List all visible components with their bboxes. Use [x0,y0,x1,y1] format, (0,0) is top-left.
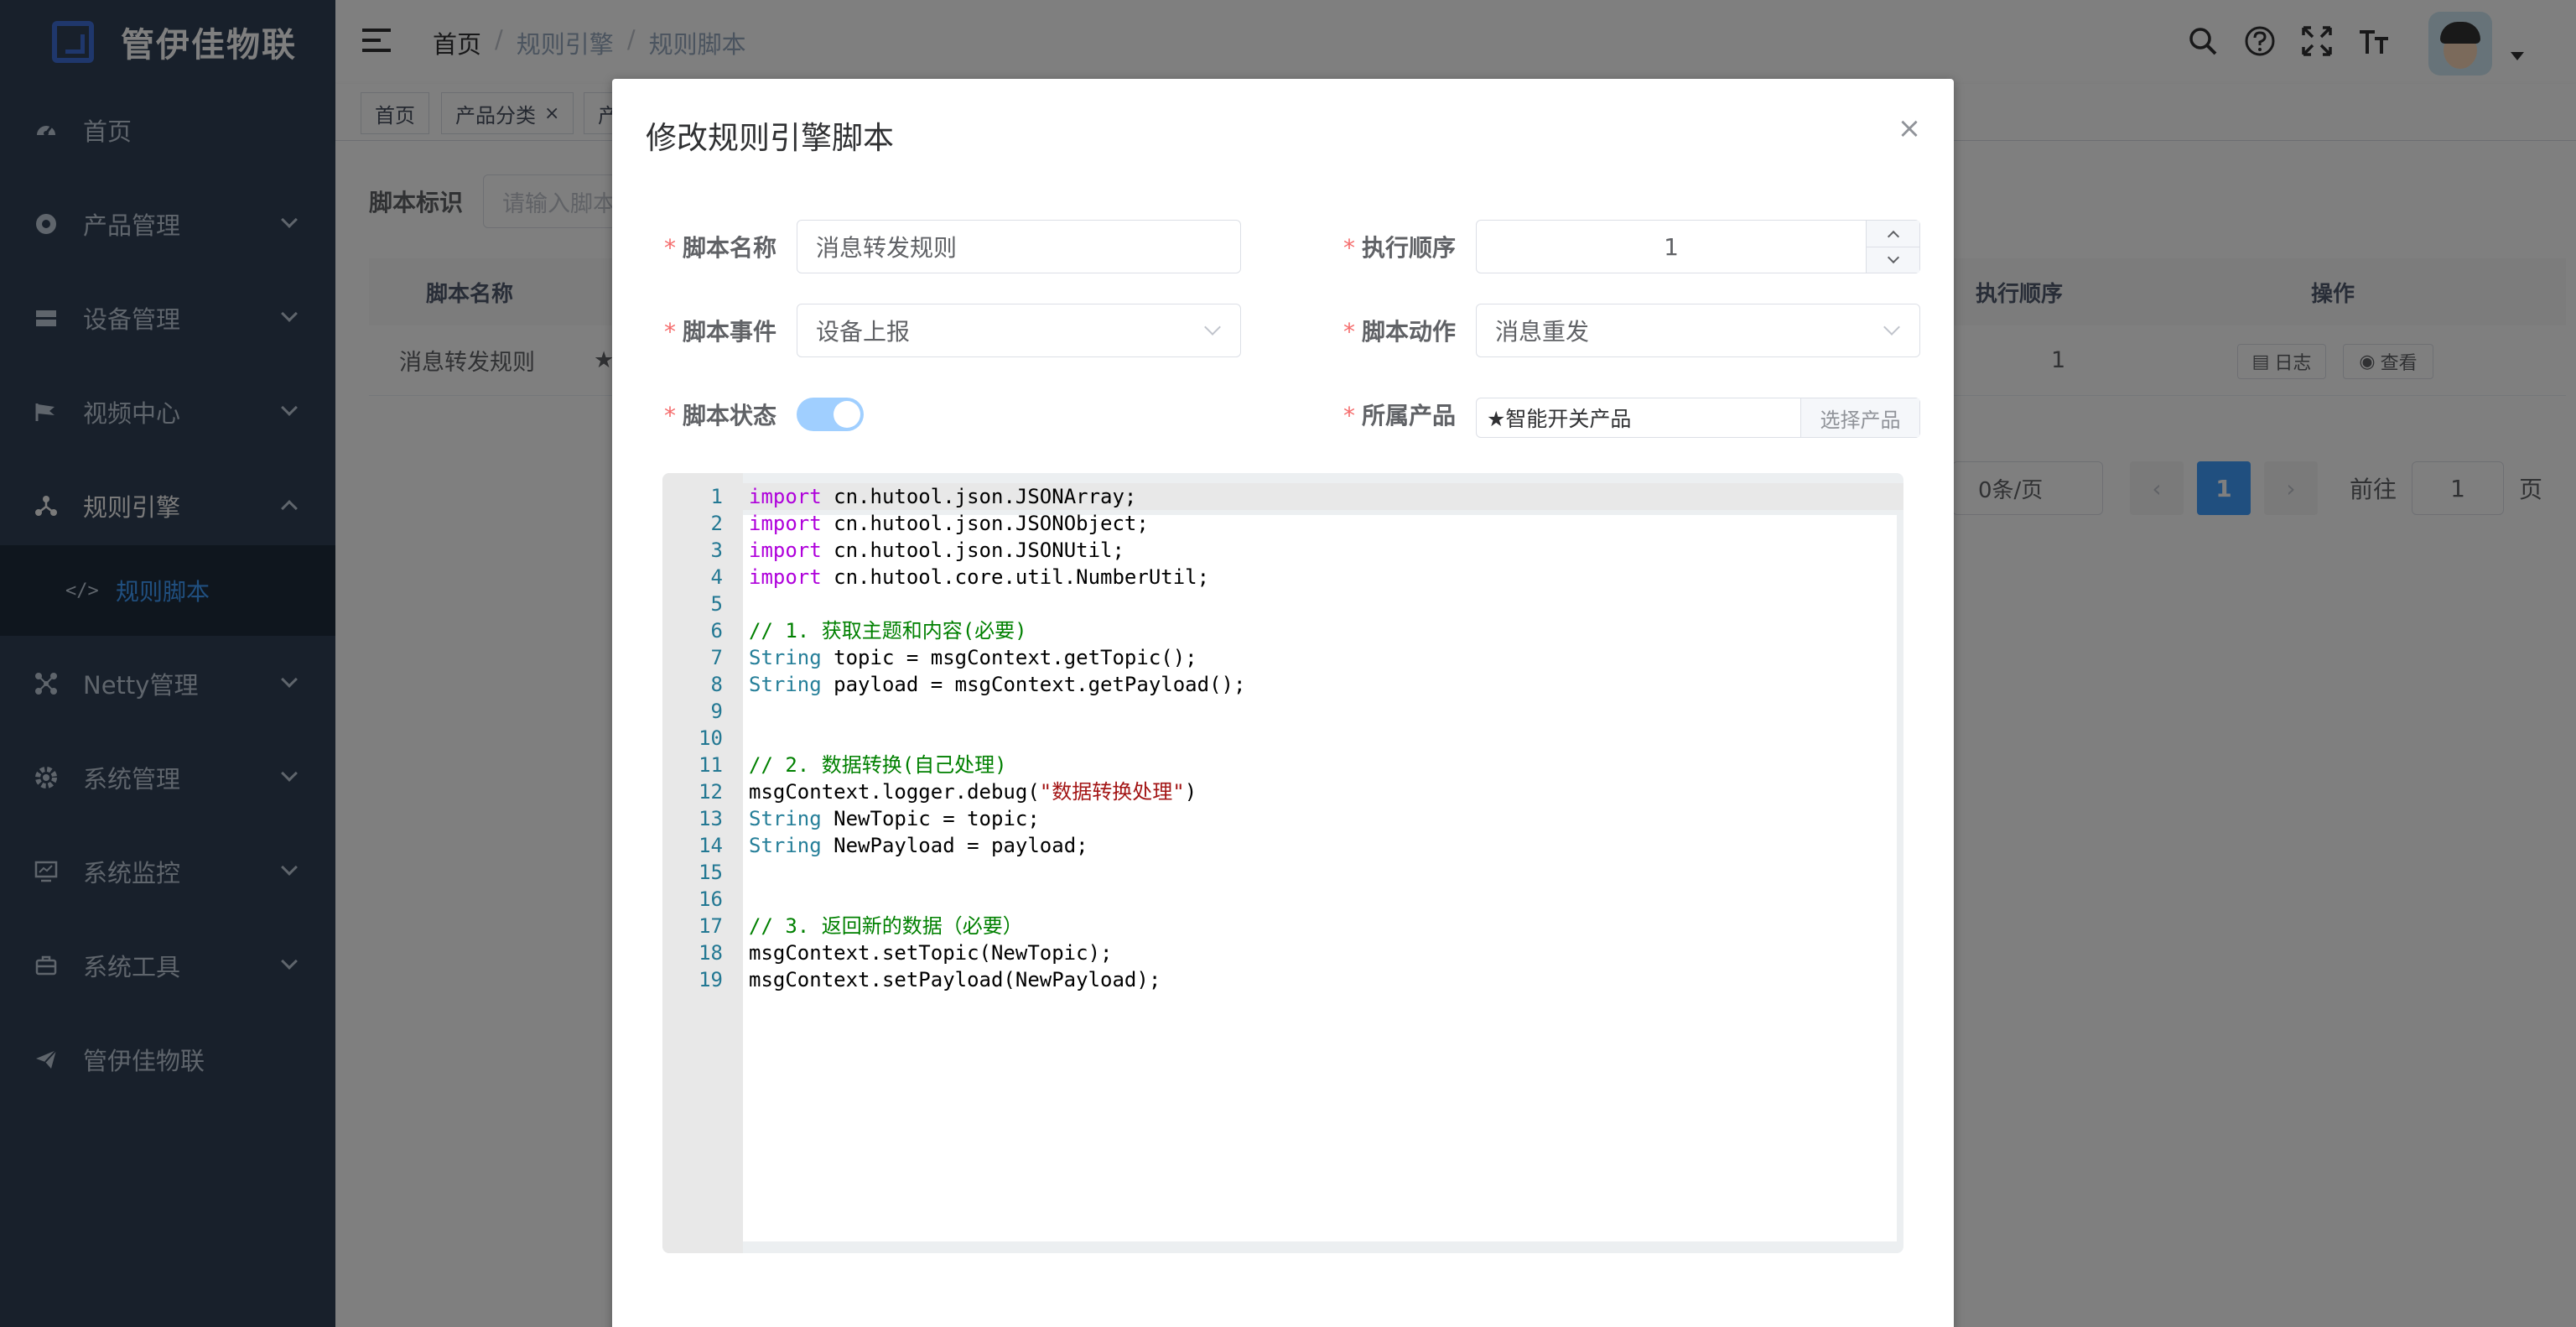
code-line: String topic = msgContext.getTopic(); [749,646,1197,669]
script-name-input[interactable]: 消息转发规则 [797,220,1241,273]
code-line: import cn.hutool.json.JSONObject; [749,512,1149,535]
select-value: 消息重发 [1495,318,1590,346]
line-number: 2 [710,512,723,535]
required-mark: * [1343,318,1355,346]
label-text: 脚本动作 [1362,318,1457,346]
line-number: 5 [710,592,723,616]
line-number: 8 [710,673,723,696]
line-number: 17 [699,914,723,938]
select-value: 设备上报 [816,318,911,346]
select-product-label: 选择产品 [1820,408,1901,432]
product-input[interactable]: ★智能开关产品 选择产品 [1476,398,1920,438]
code-line: String payload = msgContext.getPayload()… [749,673,1246,696]
input-value: 1 [1664,232,1679,261]
number-stepper [1866,221,1919,273]
script-name-label: * 脚本名称 [664,230,776,263]
code-line: import cn.hutool.core.util.NumberUtil; [749,565,1210,589]
code-line: String NewPayload = payload; [749,834,1088,857]
required-mark: * [1343,234,1355,262]
label-text: 脚本状态 [683,402,777,429]
required-mark: * [1343,402,1355,429]
code-line: import cn.hutool.json.JSONArray; [749,485,1137,508]
code-line: import cn.hutool.json.JSONUtil; [749,539,1124,562]
line-number: 7 [710,646,723,669]
input-value: 消息转发规则 [816,234,958,262]
script-status-label: * 脚本状态 [664,398,776,431]
line-number: 4 [710,565,723,589]
code-line: // 2. 数据转换(自己处理) [749,753,1007,777]
code-line: // 1. 获取主题和内容(必要) [749,619,1027,643]
chevron-down-icon [1204,319,1221,336]
script-action-label: * 脚本动作 [1343,314,1456,347]
line-number: 15 [699,861,723,884]
edit-script-dialog: 修改规则引擎脚本 × * 脚本名称 消息转发规则 * 执行顺序 1 * 脚本事件 设备… [612,79,1954,1327]
code-editor[interactable]: 1 import cn.hutool.json.JSONArray; 2 import… [662,473,1903,1253]
code-line: msgContext.logger.debug("数据转换处理") [749,780,1197,804]
label-text: 所属产品 [1362,402,1457,429]
line-number: 13 [699,807,723,830]
script-event-label: * 脚本事件 [664,314,776,347]
close-icon[interactable]: × [1897,114,1922,143]
script-action-select[interactable]: 消息重发 [1476,304,1920,357]
code-line: // 3. 返回新的数据（必要） [749,914,1023,938]
order-label: * 执行顺序 [1343,230,1456,263]
line-number: 14 [699,834,723,857]
script-event-select[interactable]: 设备上报 [797,304,1241,357]
label-text: 脚本名称 [683,234,777,262]
increase-button[interactable] [1867,221,1919,247]
switch-knob [834,401,860,428]
line-number: 6 [710,619,723,643]
input-value: ★智能开关产品 [1487,407,1632,431]
line-number: 9 [710,700,723,723]
product-label: * 所属产品 [1343,398,1456,431]
line-number: 10 [699,726,723,750]
required-mark: * [664,402,676,429]
decrease-button[interactable] [1867,247,1919,273]
script-status-switch[interactable] [797,398,864,431]
code-line: msgContext.setTopic(NewTopic); [749,941,1113,965]
chevron-up-icon [1887,230,1899,242]
line-number: 1 [710,485,723,508]
required-mark: * [664,234,676,262]
required-mark: * [664,318,676,346]
line-number: 19 [699,968,723,991]
order-number-input[interactable]: 1 [1476,220,1920,273]
dialog-title: 修改规则引擎脚本 [646,120,894,156]
label-text: 执行顺序 [1362,234,1457,262]
label-text: 脚本事件 [683,318,777,346]
line-number: 16 [699,887,723,911]
line-number: 11 [699,753,723,777]
code-line: msgContext.setPayload(NewPayload); [749,968,1161,991]
line-number: 3 [710,539,723,562]
chevron-down-icon [1883,319,1900,336]
chevron-down-icon [1887,251,1899,264]
line-number: 12 [699,780,723,804]
select-product-button[interactable]: 选择产品 [1800,398,1919,437]
line-number: 18 [699,941,723,965]
code-line: String NewTopic = topic; [749,807,1040,830]
